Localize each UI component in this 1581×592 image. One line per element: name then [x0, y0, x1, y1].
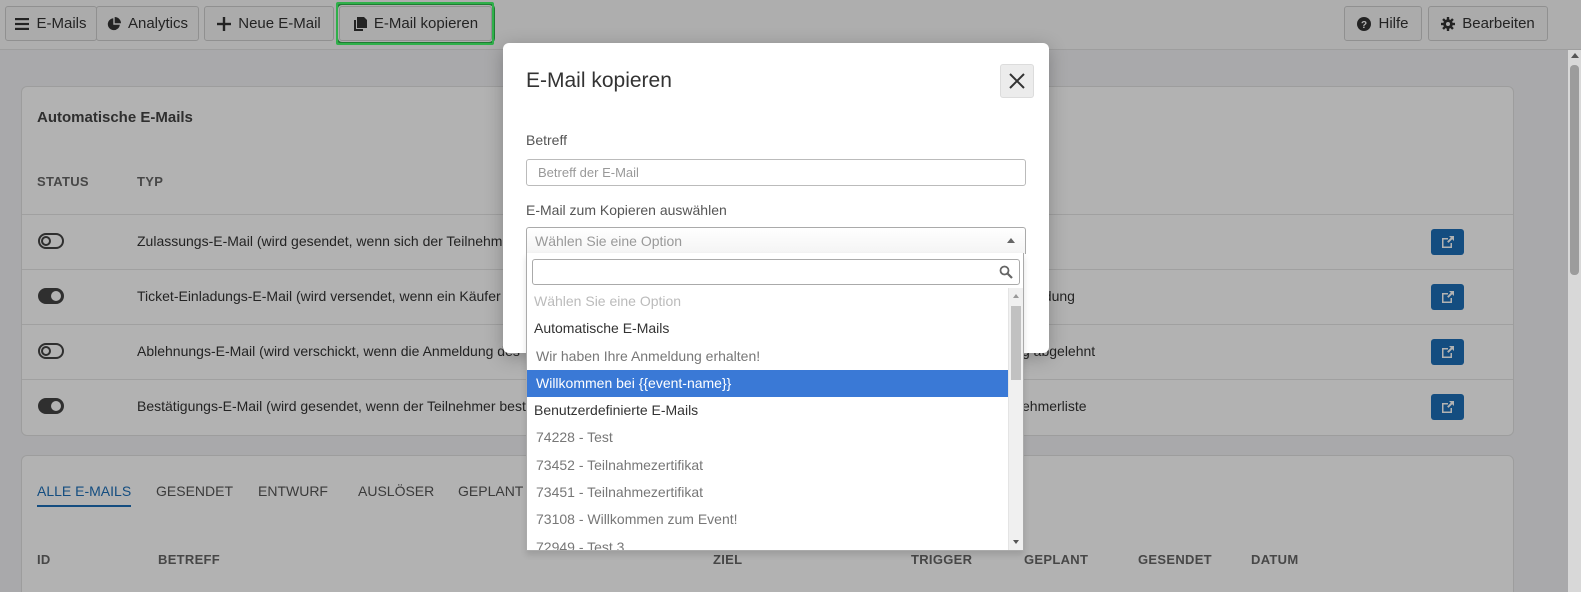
caret-up-icon [1007, 238, 1015, 243]
subject-label: Betreff [526, 132, 567, 148]
dropdown-scrollbar[interactable] [1008, 288, 1023, 550]
dropdown-scrollbar-thumb[interactable] [1011, 306, 1021, 380]
scroll-up-arrow[interactable] [1013, 294, 1019, 298]
close-button[interactable] [1000, 64, 1034, 98]
option-item[interactable]: 74228 - Test [527, 424, 1009, 451]
scroll-down-arrow[interactable] [1013, 540, 1019, 544]
close-icon [1009, 73, 1025, 89]
email-select[interactable]: Wählen Sie eine Option [526, 227, 1026, 254]
option-group-custom: Benutzerdefinierte E-Mails [534, 402, 699, 419]
option-item-highlighted[interactable]: Willkommen bei {{event-name}} [527, 369, 1009, 398]
select-email-label: E-Mail zum Kopieren auswählen [526, 202, 727, 218]
scrollbar-thumb[interactable] [1570, 65, 1579, 275]
subject-input[interactable] [526, 159, 1026, 186]
option-group-automatic: Automatische E-Mails [534, 320, 670, 337]
page-scrollbar[interactable] [1568, 50, 1581, 592]
email-select-value: Wählen Sie eine Option [535, 233, 683, 249]
email-select-dropdown: Wählen Sie eine Option Automatische E-Ma… [526, 253, 1024, 551]
search-icon [999, 265, 1013, 279]
option-item[interactable]: 73451 - Teilnahmezertifikat [527, 479, 1009, 506]
dropdown-search-input[interactable] [533, 260, 983, 284]
dropdown-options-list: Wählen Sie eine Option Automatische E-Ma… [527, 288, 1009, 550]
option-item[interactable]: 73108 - Willkommen zum Event! [527, 506, 1009, 533]
dialog-title: E-Mail kopieren [526, 69, 672, 92]
active-button-highlight [336, 2, 494, 45]
scroll-up-arrow[interactable] [1571, 53, 1579, 58]
dropdown-search-field[interactable] [532, 259, 1020, 285]
option-item[interactable]: 72949 - Test 3 [527, 534, 1009, 550]
option-placeholder[interactable]: Wählen Sie eine Option [527, 288, 1009, 315]
option-item[interactable]: Wir haben Ihre Anmeldung erhalten! [527, 343, 1009, 370]
option-item[interactable]: 73452 - Teilnahmezertifikat [527, 452, 1009, 479]
